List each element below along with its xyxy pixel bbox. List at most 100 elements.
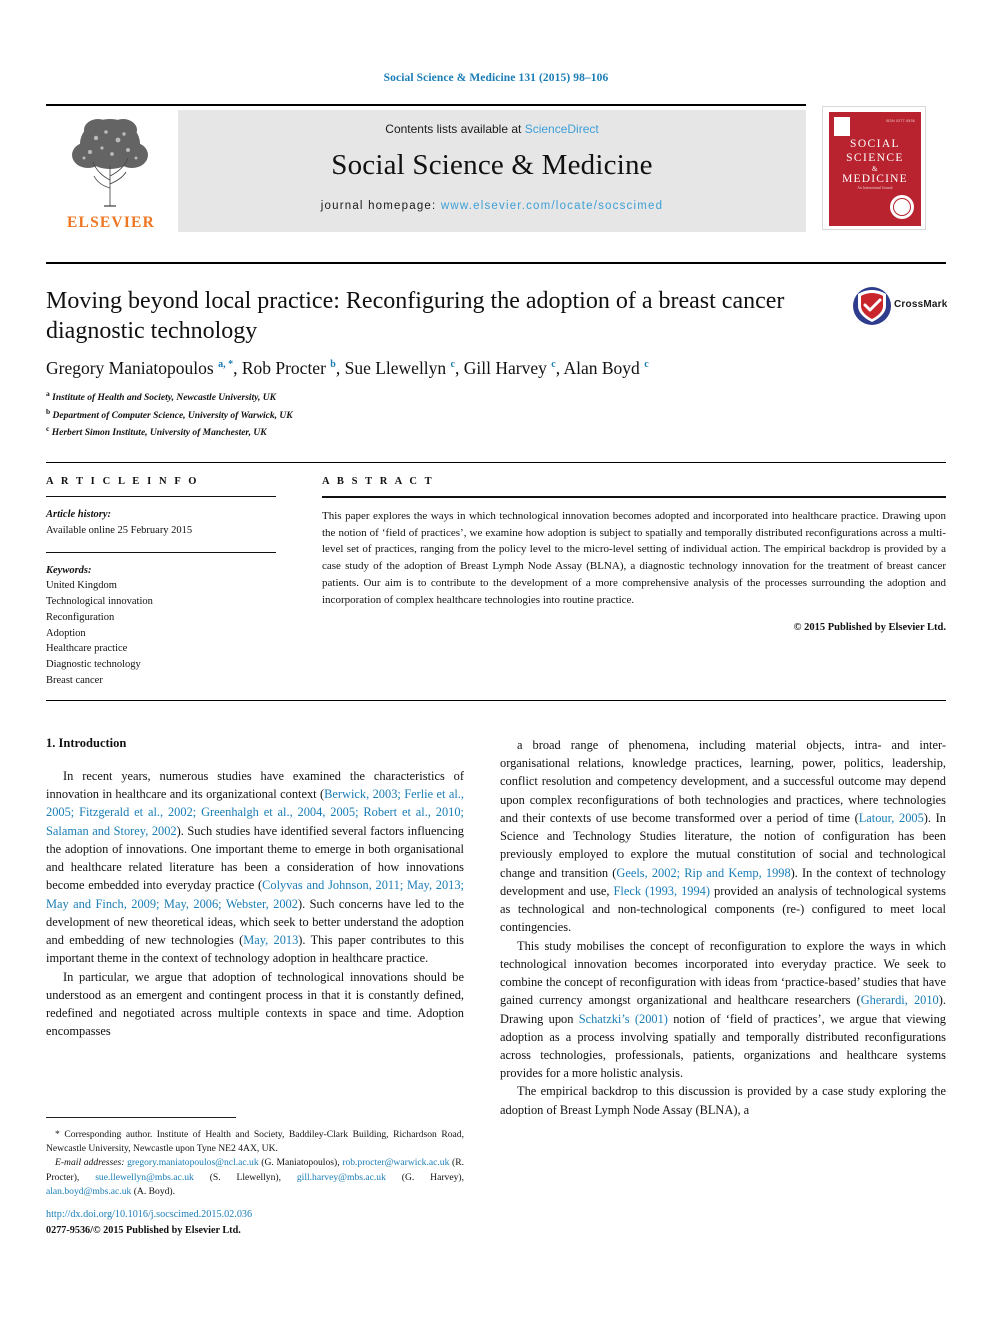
author-separator: , [455,358,464,378]
citation-link[interactable]: Gherardi, 2010 [861,993,939,1007]
article-info-heading: A R T I C L E I N F O [46,476,200,487]
abstract-text: This paper explores the ways in which te… [322,510,946,606]
cover-subtitle: An International Journal [857,186,893,190]
page-title: Moving beyond local practice: Reconfigur… [46,288,785,345]
email-addresses-label: E-mail addresses: [55,1157,128,1169]
title-top-rule [46,262,946,264]
keyword-item: United Kingdom [46,580,117,592]
cover-issn-text: ISSN 0277-9536 [885,119,915,123]
email-person: (S. Llewellyn), [193,1171,297,1183]
citation-link[interactable]: Geels, 2002; Rip and Kemp, 1998 [616,866,790,880]
affiliation-item: a Institute of Health and Society, Newca… [46,388,646,406]
cover-title-line1: SOCIAL [850,138,900,150]
journal-masthead: ELSEVIER Contents lists available at Sci… [46,104,946,234]
affiliation-text: Institute of Health and Society, Newcast… [49,393,276,404]
body-paragraph: a broad range of phenomena, including ma… [500,736,946,937]
contents-prefix: Contents lists available at [385,122,525,136]
running-head: Social Science & Medicine 131 (2015) 98–… [383,72,609,84]
homepage-url-link[interactable]: www.elsevier.com/locate/socscimed [441,200,663,212]
footnote-block: * Corresponding author. Institute of Hea… [46,1128,464,1199]
author-list: Gregory Maniatopoulos a, *, Rob Procter … [46,358,936,379]
corresponding-author-note: * Corresponding author. Institute of Hea… [46,1129,464,1155]
contents-line: Contents lists available at ScienceDirec… [178,122,806,136]
author-name: Gregory Maniatopoulos [46,358,219,378]
affiliation-text: Herbert Simon Institute, University of M… [49,428,267,439]
article-info-block: A R T I C L E I N F O Article history: A… [46,476,276,689]
affiliation-text: Department of Computer Science, Universi… [50,410,293,421]
masthead-top-rule [46,104,806,106]
affiliation-list: a Institute of Health and Society, Newca… [46,388,646,441]
journal-homepage-line: journal homepage: www.elsevier.com/locat… [178,200,806,212]
abstract-block: A B S T R A C T This paper explores the … [322,476,946,633]
email-link[interactable]: rob.procter@warwick.ac.uk [342,1157,449,1168]
email-person: (G. Maniatopoulos), [258,1157,343,1169]
keyword-item: Breast cancer [46,674,103,686]
email-link[interactable]: alan.boyd@mbs.ac.uk [46,1186,131,1197]
citation-link[interactable]: Schatzki’s (2001) [579,1012,668,1026]
paragraph-text: In particular, we argue that adoption of… [46,969,464,1039]
keyword-item: Adoption [46,627,86,639]
cover-title: SOCIAL SCIENCE & MEDICINE [829,138,921,187]
citation-link[interactable]: Latour, 2005 [859,811,924,825]
body-column-left: 1. Introduction In recent years, numerou… [46,736,464,1041]
keyword-item: Diagnostic technology [46,659,141,670]
paragraph-text: The empirical backdrop to this discussio… [500,1084,946,1117]
keywords-block: Keywords: United Kingdom Technological in… [46,563,276,689]
affiliation-item: b Department of Computer Science, Univer… [46,406,646,424]
body-paragraph: This study mobilises the concept of reco… [500,937,946,1083]
cover-title-line2: SCIENCE [846,151,904,164]
issn-copyright-line: 0277-9536/© 2015 Published by Elsevier L… [46,1225,241,1236]
email-link[interactable]: gill.harvey@mbs.ac.uk [297,1172,386,1183]
keywords-label: Keywords: [46,564,92,576]
keyword-item: Healthcare practice [46,643,128,655]
crossmark-icon [853,287,891,325]
abstract-copyright: © 2015 Published by Elsevier Ltd. [793,622,946,634]
keyword-item: Reconfiguration [46,611,115,623]
article-history-value: Available online 25 February 2015 [46,524,193,536]
cover-title-line3: & [871,165,879,174]
body-paragraph: In recent years, numerous studies have e… [46,767,464,968]
paper-page: Social Science & Medicine 131 (2015) 98–… [0,0,992,1323]
section-heading-introduction: 1. Introduction [46,736,127,750]
email-person: (G. Harvey), [385,1171,464,1183]
journal-cover-thumbnail: ISSN 0277-9536 SOCIAL SCIENCE & MEDICINE… [822,106,926,230]
author-name: Rob Procter [241,358,331,378]
journal-title: Social Science & Medicine [331,149,653,181]
abstract-rule [322,496,946,498]
elsevier-tree-icon [72,119,148,207]
author-name: Alan Boyd [563,358,645,378]
author-name: Gill Harvey [463,358,552,378]
elsevier-wordmark: ELSEVIER [67,214,155,231]
left-paragraphs: In recent years, numerous studies have e… [46,767,464,1041]
author-separator: , [335,358,345,378]
doi-link[interactable]: http://dx.doi.org/10.1016/j.socscimed.20… [46,1208,464,1223]
cover-title-line4: MEDICINE [842,173,908,186]
author-name: Sue Llewellyn [344,358,451,378]
crossmark-badge[interactable]: CrossMark [852,286,947,332]
email-link[interactable]: sue.llewellyn@mbs.ac.uk [95,1172,194,1183]
author-separator: , [233,358,242,378]
article-history-label: Article history: [46,509,112,520]
body-paragraph: The empirical backdrop to this discussio… [500,1082,946,1118]
cover-elsevier-mark [834,117,850,136]
footnote-rule [46,1117,236,1118]
cover-artwork: ISSN 0277-9536 SOCIAL SCIENCE & MEDICINE… [829,112,921,226]
email-link[interactable]: gregory.maniatopoulos@ncl.ac.uk [127,1157,259,1168]
sciencedirect-link[interactable]: ScienceDirect [525,122,599,136]
keywords-rule [46,551,276,553]
author-affiliation-mark: a, * [218,359,234,371]
citation-link[interactable]: Fleck (1993, 1994) [614,884,710,898]
body-column-right: a broad range of phenomena, including ma… [500,736,946,1119]
email-person: (A. Boyd). [131,1185,176,1197]
homepage-prefix: journal homepage: [320,200,441,212]
elsevier-logo: ELSEVIER [46,110,174,232]
body-top-rule [46,700,946,701]
keyword-item: Technological innovation [46,596,153,607]
cover-seal-icon [890,195,914,219]
author-affiliation-mark: c [644,359,649,371]
right-paragraphs: a broad range of phenomena, including ma… [500,736,946,1119]
email-addresses-note: E-mail addresses: gregory.maniatopoulos@… [46,1156,464,1199]
abstract-heading: A B S T R A C T [322,476,435,487]
citation-link[interactable]: May, 2013 [243,933,298,947]
crossmark-label: CrossMark [894,299,948,310]
